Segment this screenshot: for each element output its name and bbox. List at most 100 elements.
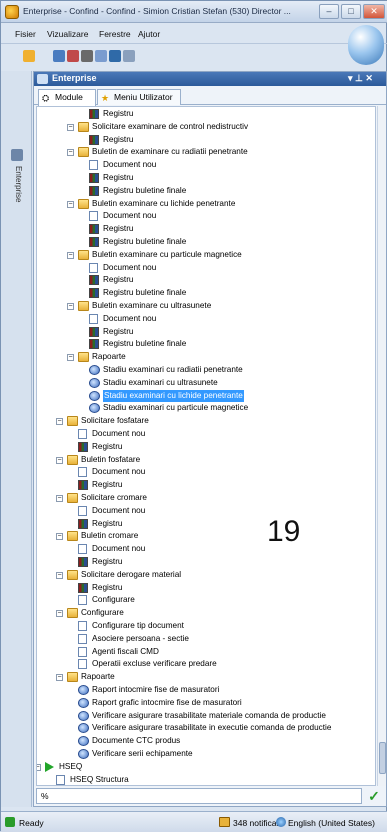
tree-item[interactable]: Stadiu examinari cu ultrasunete xyxy=(37,377,375,390)
collapse-toggle-icon[interactable]: − xyxy=(56,610,63,618)
menu-ferestre[interactable]: Ferestre xyxy=(99,29,131,39)
tree-item[interactable]: Registru xyxy=(37,582,375,595)
settings-icon[interactable] xyxy=(123,50,135,62)
tree-item[interactable]: Registru buletine finale xyxy=(37,236,375,249)
tree-item[interactable]: − Buletin examinare cu particule magnetic… xyxy=(37,249,375,262)
tree-item-label: Verificare serii echipamente xyxy=(92,749,193,758)
tree-item[interactable]: − Solicitare fosfatare xyxy=(37,415,375,428)
tree-item[interactable]: − Buletin examinare cu ultrasunete xyxy=(37,300,375,313)
collapse-toggle-icon[interactable]: − xyxy=(56,418,63,426)
collapse-toggle-icon[interactable]: − xyxy=(67,354,74,362)
maximize-button[interactable]: □ xyxy=(341,4,361,19)
tree-item[interactable]: Document nou xyxy=(37,159,375,172)
tree-item[interactable]: Registru xyxy=(37,134,375,147)
panel-title: Enterprise xyxy=(52,73,97,83)
tab-meniu-utilizator[interactable]: ★ Meniu Utilizator xyxy=(97,89,181,105)
tree-item[interactable]: Registru xyxy=(37,441,375,454)
tree-item[interactable]: Registru buletine finale xyxy=(37,287,375,300)
tree-item[interactable]: Registru xyxy=(37,326,375,339)
tree-item[interactable]: Document nou xyxy=(37,313,375,326)
menu-fisier[interactable]: Fisier xyxy=(15,29,36,39)
minimize-button[interactable]: – xyxy=(319,4,339,19)
sidebar-tab-enterprise[interactable]: Enterprise xyxy=(14,166,23,202)
tree-item[interactable]: − Buletin examinare cu lichide penetrante xyxy=(37,198,375,211)
tree-item[interactable]: Registru xyxy=(37,479,375,492)
collapse-toggle-icon[interactable]: − xyxy=(67,251,74,259)
close-button[interactable]: ✕ xyxy=(363,4,385,19)
tree-item[interactable]: − Configurare xyxy=(37,607,375,620)
users-icon[interactable] xyxy=(67,50,79,62)
collapse-toggle-icon[interactable]: − xyxy=(56,456,63,464)
status-notifications[interactable]: 348 notificari xyxy=(233,818,281,828)
tree-item[interactable]: − HSEQ xyxy=(37,761,375,774)
tree-item[interactable]: Registru buletine finale xyxy=(37,338,375,351)
collapse-toggle-icon[interactable]: − xyxy=(67,303,74,310)
tree-item[interactable]: Registru xyxy=(37,172,375,185)
tree-item[interactable]: HSEQ Structura xyxy=(37,774,375,785)
tree-item[interactable]: Registru xyxy=(37,556,375,569)
collapse-toggle-icon[interactable]: − xyxy=(67,123,74,131)
tab-module[interactable]: ⛭ Module xyxy=(38,89,96,106)
title-bar[interactable]: Enterprise - Confind - Confind - Simion … xyxy=(1,1,387,23)
module-tree[interactable]: Registru − Solicitare examinare de control… xyxy=(36,106,376,786)
collapse-toggle-icon[interactable]: − xyxy=(56,533,63,541)
help-icon[interactable] xyxy=(109,50,121,62)
search-input[interactable]: % xyxy=(36,788,362,804)
tree-item[interactable]: Agenti fiscali CMD xyxy=(37,646,375,659)
tree-item[interactable]: Raport grafic intocmire fise de masurato… xyxy=(37,697,375,710)
overlay-number: 19 xyxy=(267,515,301,548)
tree-item[interactable]: Verificare asigurare trasabilitate in ex… xyxy=(37,722,375,735)
tree-item[interactable]: − Buletin cromare xyxy=(37,530,375,543)
collapse-toggle-icon[interactable]: − xyxy=(56,495,63,502)
collapse-toggle-icon[interactable]: − xyxy=(37,763,41,771)
collapse-toggle-icon[interactable]: − xyxy=(56,571,63,579)
tree-item[interactable]: Configurare xyxy=(37,594,375,607)
menu-ajutor[interactable]: Ajutor xyxy=(138,29,160,39)
tree-icon[interactable] xyxy=(53,50,65,62)
tree-item[interactable]: − Solicitare derogare material xyxy=(37,569,375,582)
tree-item[interactable]: Registru xyxy=(37,518,375,531)
tree-item[interactable]: − Solicitare cromare xyxy=(37,492,375,505)
tree-item[interactable]: Stadiu examinari cu radiatii penetrante xyxy=(37,364,375,377)
tree-item[interactable]: − Rapoarte xyxy=(37,671,375,684)
tree-item[interactable]: Stadiu examinari cu lichide penetrante xyxy=(37,389,375,403)
tree-item[interactable]: Registru buletine finale xyxy=(37,185,375,198)
status-language[interactable]: English (United States) xyxy=(288,818,375,828)
panel-pin-buttons[interactable]: ▾ ⊥ ✕ xyxy=(348,73,373,84)
open-icon[interactable] xyxy=(23,50,35,62)
scrollbar-thumb[interactable] xyxy=(379,742,386,774)
tree-item-label: Document nou xyxy=(92,467,146,477)
tree-item[interactable]: Operatii excluse verificare predare xyxy=(37,658,375,671)
tree-item[interactable]: − Buletin de examinare cu radiatii penetr… xyxy=(37,146,375,159)
tree-item[interactable]: Registru xyxy=(37,108,375,121)
tree-scrollbar[interactable] xyxy=(377,106,386,786)
tree-item[interactable]: Document nou xyxy=(37,262,375,275)
tree-item[interactable]: Document nou xyxy=(37,210,375,223)
tree-item[interactable]: Document nou xyxy=(37,505,375,518)
tree-item[interactable]: Document nou xyxy=(37,428,375,441)
collapse-toggle-icon[interactable]: − xyxy=(56,674,63,682)
tree-item[interactable]: − Solicitare examinare de control nedistr… xyxy=(37,121,375,134)
tree-item[interactable]: Verificare asigurare trasabilitate mater… xyxy=(37,710,375,723)
tree-item[interactable]: Configurare tip document xyxy=(37,620,375,633)
apply-check-button[interactable]: ✓ xyxy=(365,787,383,805)
tools-icon[interactable] xyxy=(81,50,93,62)
collapse-toggle-icon[interactable]: − xyxy=(67,200,74,208)
document-icon xyxy=(78,505,87,516)
sidebar-tree-icon[interactable] xyxy=(11,149,23,161)
tree-item[interactable]: Registru xyxy=(37,223,375,236)
tree-item[interactable]: Stadiu examinari cu particule magnetice xyxy=(37,402,375,415)
window-icon[interactable] xyxy=(95,50,107,62)
tree-item[interactable]: Verificare serii echipamente xyxy=(37,748,375,761)
tree-item[interactable]: − Rapoarte xyxy=(37,351,375,364)
tree-item[interactable]: Document nou xyxy=(37,543,375,556)
tree-item[interactable]: − Buletin fosfatare xyxy=(37,454,375,467)
tree-item[interactable]: Document nou xyxy=(37,466,375,479)
tree-item[interactable]: Documente CTC produs xyxy=(37,735,375,748)
tree-item[interactable]: Raport intocmire fise de masuratori xyxy=(37,684,375,697)
tree-item[interactable]: Registru xyxy=(37,274,375,287)
tree-item[interactable]: Asociere persoana - sectie xyxy=(37,633,375,646)
notification-icon[interactable] xyxy=(219,817,230,827)
collapse-toggle-icon[interactable]: − xyxy=(67,149,74,157)
menu-vizualizare[interactable]: Vizualizare xyxy=(47,29,88,39)
